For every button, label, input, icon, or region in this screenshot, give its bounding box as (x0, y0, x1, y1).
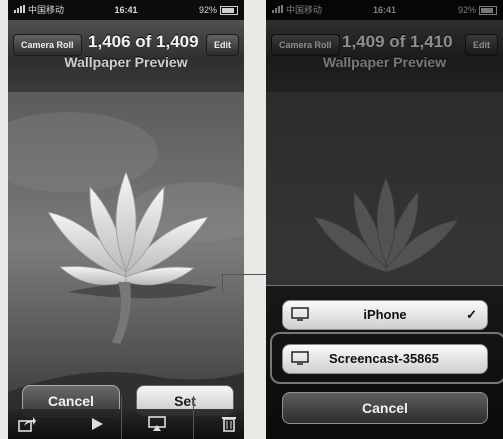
photo-count-title: 1,406 of 1,409 (88, 32, 199, 51)
screencast-highlight-ring (270, 332, 503, 384)
nav-bar: Camera Roll 1,406 of 1,409 Edit Wallpape… (8, 20, 244, 92)
phone-screen-left: 中国移动 16:41 92% Camera Roll 1,406 of 1,40… (8, 0, 244, 439)
callout-line (193, 396, 194, 439)
share-icon[interactable] (18, 416, 36, 432)
battery-icon (220, 5, 238, 15)
airplay-route-iphone[interactable]: iPhone ✓ (282, 300, 488, 330)
callout-line (222, 274, 266, 275)
airplay-icon[interactable] (148, 416, 166, 432)
checkmark-icon: ✓ (466, 307, 477, 322)
callout-line (121, 396, 122, 439)
route-label: iPhone (363, 307, 407, 322)
callout-line (222, 274, 223, 292)
status-bar: 中国移动 16:41 92% (8, 0, 244, 20)
camera-roll-back-button[interactable]: Camera Roll (13, 34, 82, 56)
edit-button[interactable]: Edit (206, 34, 239, 56)
airplay-cancel-button[interactable]: Cancel (282, 392, 488, 424)
trash-icon[interactable] (220, 416, 238, 432)
play-icon[interactable] (88, 416, 106, 432)
bottom-toolbar (8, 409, 244, 439)
wallpaper-preview-title: Wallpaper Preview (64, 54, 188, 70)
battery-status: 92% (199, 0, 238, 20)
